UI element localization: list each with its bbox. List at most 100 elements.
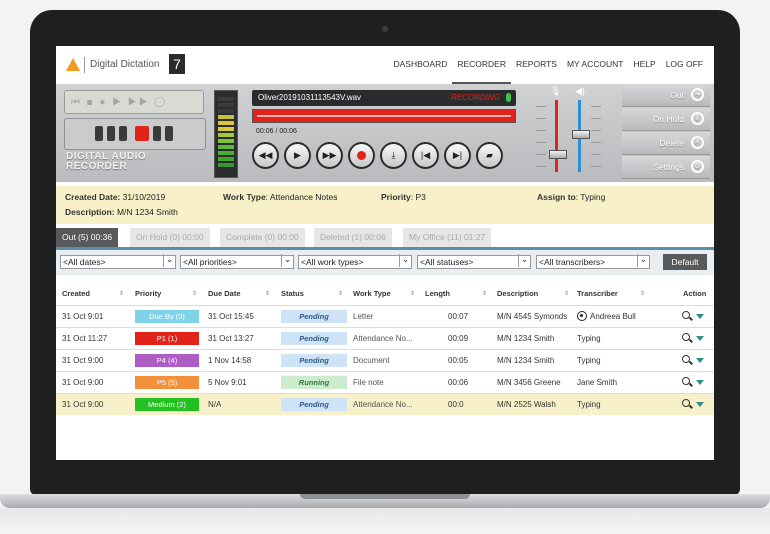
hold-icon: ‖: [691, 112, 704, 125]
default-button[interactable]: Default: [663, 254, 707, 270]
cell-transcriber: Typing: [577, 334, 601, 343]
version-badge: 7: [169, 54, 185, 74]
transcriber-radio-icon[interactable]: [577, 311, 587, 321]
mic-level-knob[interactable]: [549, 150, 567, 159]
cell-transcriber: Typing: [577, 356, 601, 365]
sort-icon[interactable]: ⇕: [338, 290, 343, 297]
cell-work-type: Attendance No...: [353, 334, 413, 343]
waveform-bar[interactable]: [252, 109, 516, 123]
search-icon[interactable]: [682, 355, 690, 363]
play-icon: ▶: [294, 150, 301, 160]
tab-complete[interactable]: Complete (0) 00:00: [220, 228, 305, 247]
cell-created: 31 Oct 9:00: [62, 356, 104, 365]
nav-recorder[interactable]: RECORDER: [452, 46, 511, 84]
tab-out[interactable]: Out (5) 00:36: [56, 228, 119, 247]
col-description[interactable]: Description: [497, 283, 538, 305]
cell-length: 00:0: [448, 400, 464, 409]
status-badge: Running: [281, 376, 347, 389]
on-hold-button[interactable]: On Hold ‖: [622, 108, 710, 131]
nav-dashboard[interactable]: DASHBOARD: [389, 46, 453, 84]
sort-icon[interactable]: ⇕: [265, 290, 270, 297]
table-row[interactable]: 31 Oct 9:01 Due By (0) 31 Oct 15:45 Pending…: [56, 305, 714, 327]
recorder-device: ⏮ ◼ ● ▶ ▶▶ ◯ DIGITAL AUDIO RECORDER: [64, 90, 206, 174]
status-filter[interactable]: <All statuses>: [417, 254, 531, 269]
cell-created: 31 Oct 11:27: [62, 334, 108, 343]
cell-transcriber: Andreea Bull: [590, 312, 636, 321]
col-status[interactable]: Status: [281, 283, 304, 305]
priority-filter[interactable]: <All priorities>: [180, 254, 294, 269]
cell-work-type: Letter: [353, 312, 374, 321]
sort-icon[interactable]: ⇕: [564, 290, 569, 297]
table-row[interactable]: 31 Oct 11:27 P1 (1) 31 Oct 13:27 Pending Att…: [56, 327, 714, 349]
open-folder-button[interactable]: ▰: [476, 142, 503, 169]
tab-on-hold[interactable]: On Hold (0) 00:00: [130, 228, 210, 247]
chevron-down-icon[interactable]: [696, 358, 704, 363]
nav-my-account[interactable]: MY ACCOUNT: [562, 46, 629, 84]
recorder-label-line2: RECORDER: [66, 161, 128, 172]
table-row[interactable]: 31 Oct 9:00 P4 (4) 1 Nov 14:58 Pending Docum…: [56, 349, 714, 371]
settings-button[interactable]: Settings ⚙: [622, 156, 710, 179]
table-row[interactable]: 31 Oct 9:00 P5 (5) 5 Nov 9:01 Running File n…: [56, 371, 714, 393]
speaker-volume-knob[interactable]: [572, 130, 590, 139]
col-created[interactable]: Created: [62, 283, 90, 305]
work-type-field: Work Type: Attendance Notes: [223, 192, 338, 202]
search-icon[interactable]: [682, 399, 690, 407]
chevron-down-icon[interactable]: [696, 380, 704, 385]
mic-level-track[interactable]: [555, 100, 558, 172]
cell-description: M/N 1234 Smith: [497, 356, 555, 365]
skip-start-button[interactable]: |◀: [412, 142, 439, 169]
tab-deleted[interactable]: Deleted (1) 00:06: [314, 228, 392, 247]
sort-icon[interactable]: ⇕: [640, 290, 645, 297]
nav-help[interactable]: HELP: [628, 46, 660, 84]
file-name: Oliver20191031113543V.wav: [258, 93, 362, 102]
col-due-date[interactable]: Due Date: [208, 283, 241, 305]
assign-to-field: Assign to: Typing: [537, 192, 606, 202]
speaker-volume-icon: ◀): [575, 86, 585, 96]
logo-divider: [84, 57, 85, 73]
rewind-button[interactable]: ◀◀: [252, 142, 279, 169]
skip-end-button[interactable]: ▶|: [444, 142, 471, 169]
job-actions: Out ➜ On Hold ‖ Delete ✕ Settings ⚙: [622, 84, 710, 182]
cell-due-date: 5 Nov 9:01: [208, 378, 247, 387]
search-icon[interactable]: [682, 377, 690, 385]
work-type-filter[interactable]: <All work types>: [298, 254, 412, 269]
col-priority[interactable]: Priority: [135, 283, 161, 305]
record-button[interactable]: [348, 142, 375, 169]
sort-icon[interactable]: ⇕: [482, 290, 487, 297]
sort-icon[interactable]: ⇕: [192, 290, 197, 297]
nav-log-off[interactable]: LOG OFF: [661, 46, 708, 84]
chevron-down-icon[interactable]: [696, 336, 704, 341]
recorder-panel: ⏮ ◼ ● ▶ ▶▶ ◯ DIGITAL AUDIO RECORDER Oliv…: [56, 84, 714, 182]
tab-my-office[interactable]: My Office (11) 01:27: [403, 228, 492, 247]
table-row[interactable]: 31 Oct 9:00 Medium (2) N/A Pending Attendanc…: [56, 393, 714, 415]
cell-work-type: Document: [353, 356, 390, 365]
chevron-down-icon[interactable]: [696, 402, 704, 407]
transcriber-filter[interactable]: <All transcribers>: [536, 254, 650, 269]
col-transcriber[interactable]: Transcriber: [577, 283, 618, 305]
fast-forward-button[interactable]: ▶▶: [316, 142, 343, 169]
col-work-type[interactable]: Work Type: [353, 283, 391, 305]
job-details: Created Date: 31/10/2019 Work Type: Atte…: [56, 186, 714, 224]
out-button[interactable]: Out ➜: [622, 84, 710, 107]
volume-sliders: 🎙 ◀): [528, 86, 618, 178]
nav-reports[interactable]: REPORTS: [511, 46, 562, 84]
sort-icon[interactable]: ⇕: [119, 290, 124, 297]
chevron-down-icon[interactable]: [696, 314, 704, 319]
created-date-field: Created Date: 31/10/2019: [65, 192, 166, 202]
search-icon[interactable]: [682, 333, 690, 341]
vu-meter: [214, 90, 238, 178]
date-filter[interactable]: <All dates>: [60, 254, 176, 269]
insert-icon: ⤓: [391, 150, 396, 160]
recorder-label: DIGITAL AUDIO RECORDER: [66, 152, 146, 172]
transport-deck: Oliver20191031113543V.wav RECORDING 00:0…: [252, 90, 518, 176]
transport-buttons: ◀◀ ▶ ▶▶ ⤓ |◀ ▶| ▰: [252, 142, 508, 172]
delete-button[interactable]: Delete ✕: [622, 132, 710, 155]
play-button[interactable]: ▶: [284, 142, 311, 169]
sort-icon[interactable]: ⇕: [410, 290, 415, 297]
search-icon[interactable]: [682, 311, 690, 319]
col-length[interactable]: Length: [425, 283, 450, 305]
insert-button[interactable]: ⤓: [380, 142, 407, 169]
app-header: Digital Dictation 7 DASHBOARD RECORDER R…: [56, 46, 714, 84]
time-readout: 00:06 / 00:06: [256, 128, 297, 135]
microphone-level-icon: 🎙: [550, 86, 562, 96]
